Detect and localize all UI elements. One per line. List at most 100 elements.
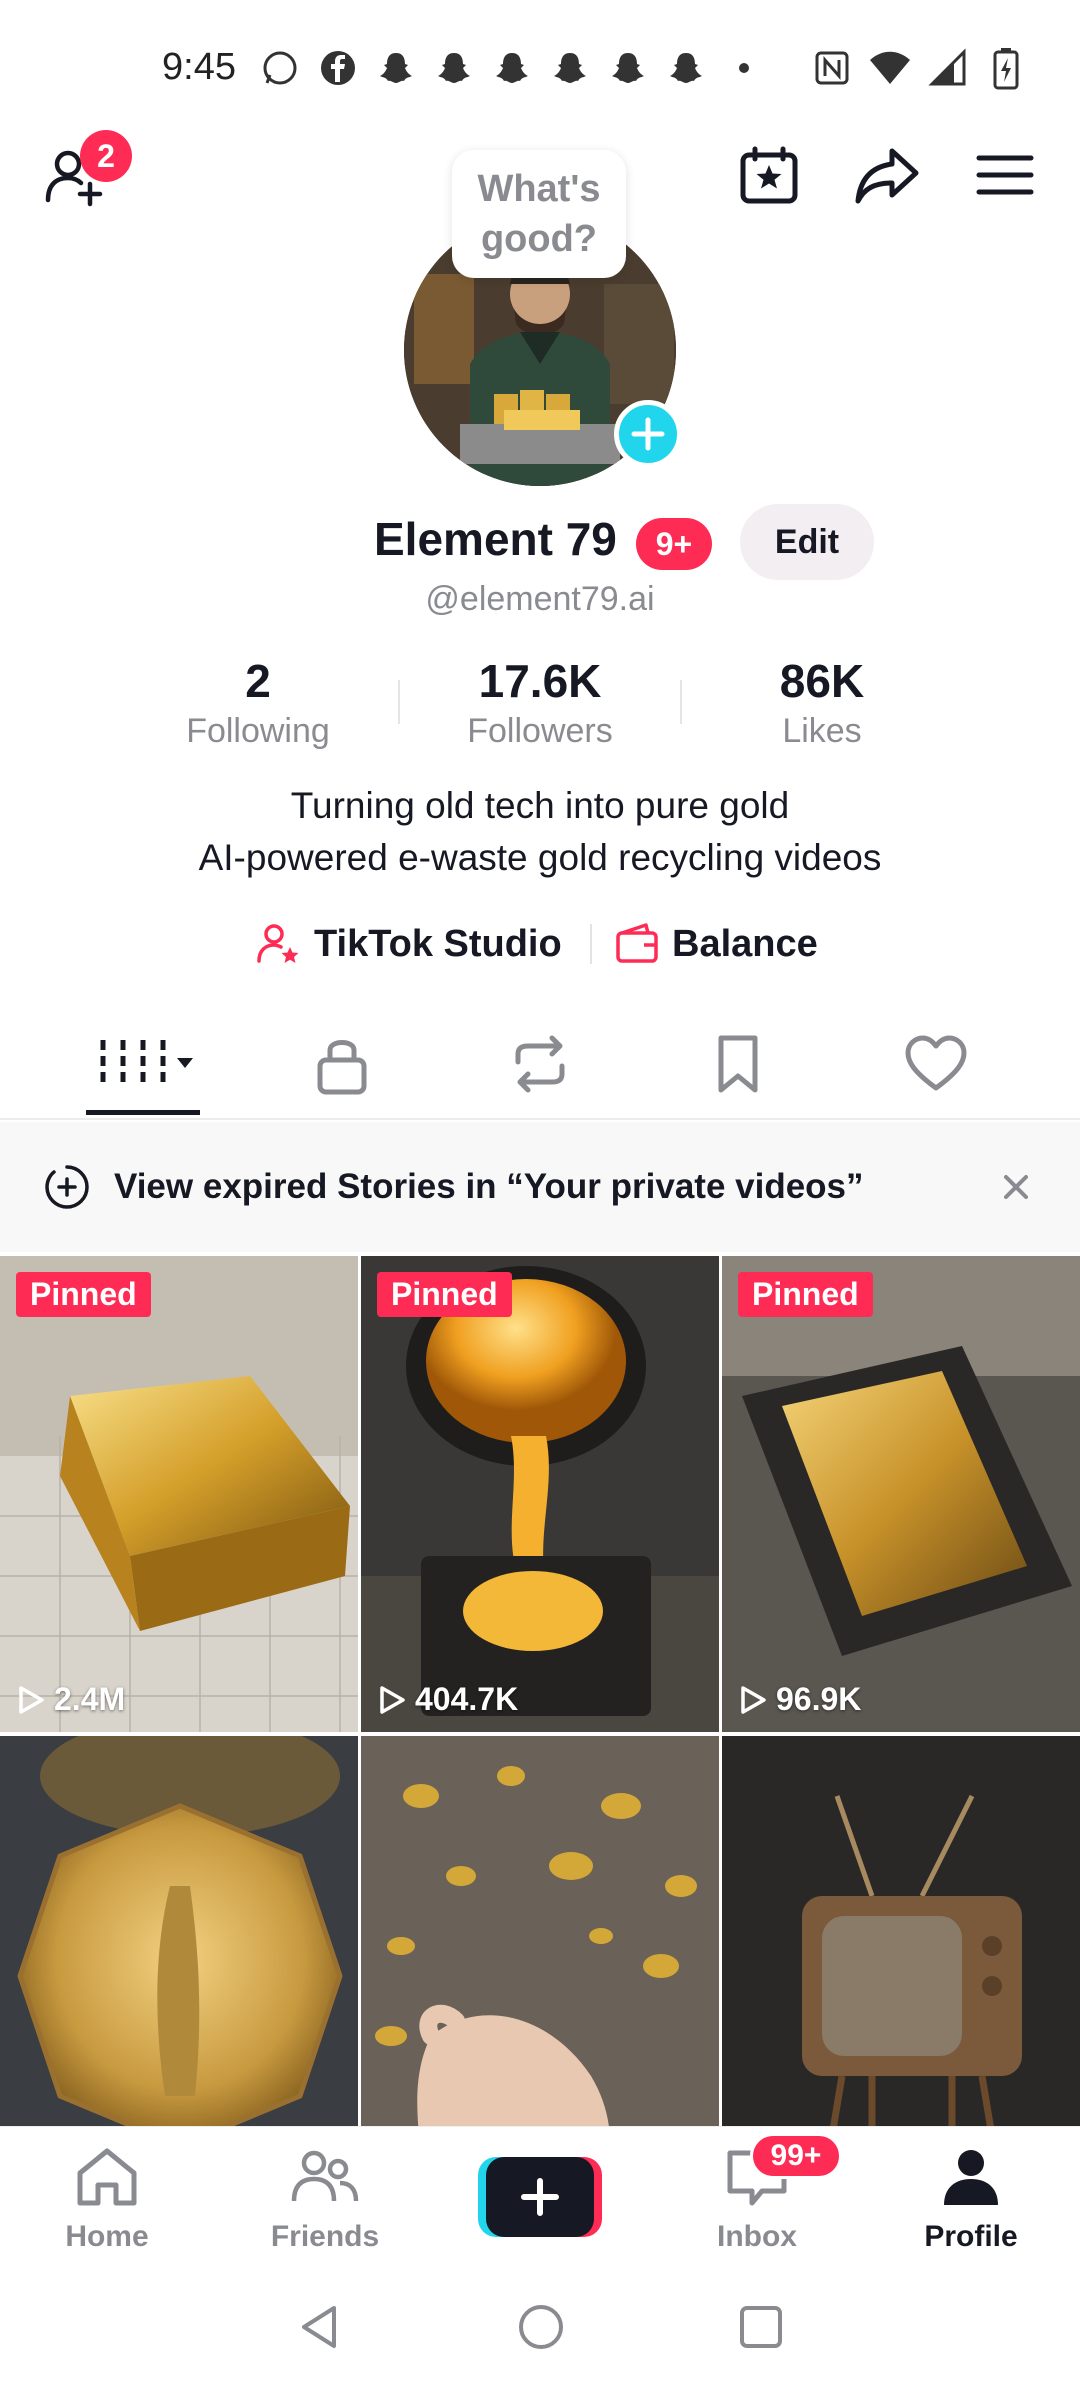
gold-bar-mold-thumbnail <box>722 1256 1080 1732</box>
more-notifications-dot-icon <box>722 46 766 90</box>
video-grid: Pinned 2.4M Pinned 404.7K Pinned 96.9K <box>0 1256 1080 2126</box>
tab-saved[interactable] <box>678 1010 798 1118</box>
profile-links: TikTok Studio Balance <box>0 914 1080 974</box>
play-icon <box>19 1685 44 1714</box>
stat-label: Likes <box>782 712 862 750</box>
create-button[interactable] <box>478 2157 602 2237</box>
expired-stories-banner[interactable]: View expired Stories in “Your private vi… <box>0 1122 1080 1252</box>
bubble-text-line2: good? <box>480 218 598 260</box>
recents-square-icon <box>740 2306 782 2348</box>
home-icon <box>77 2148 137 2206</box>
notification-icons <box>258 46 766 90</box>
pinned-badge: Pinned <box>738 1272 873 1317</box>
video-thumbnail[interactable]: Pinned 404.7K <box>361 1256 719 1732</box>
name-badge[interactable]: 9+ <box>636 518 712 570</box>
tab-reposts[interactable] <box>480 1010 600 1118</box>
nav-label: Friends <box>270 2220 380 2253</box>
profile-bio: Turning old tech into pure gold AI-power… <box>0 780 1080 884</box>
signal-icon <box>926 46 970 90</box>
stat-label: Followers <box>467 712 613 750</box>
status-bar: 9:45 <box>0 0 1080 130</box>
pinned-badge: Pinned <box>377 1272 512 1317</box>
video-thumbnail[interactable]: Pinned 96.9K <box>722 1256 1080 1732</box>
profile-icon <box>944 2150 998 2205</box>
repost-icon <box>515 1035 565 1093</box>
snapchat-icon <box>664 46 708 90</box>
stat-label: Following <box>186 712 330 750</box>
stat-following[interactable]: 2 Following <box>138 654 378 751</box>
system-status-icons <box>810 46 1028 90</box>
create-plus-icon <box>478 2157 602 2237</box>
close-icon <box>1004 1175 1028 1199</box>
view-count: 404.7K <box>377 1681 518 1718</box>
plus-icon <box>631 417 665 451</box>
name-row: Element 79 9+ Edit <box>0 504 1080 584</box>
username: @element79.ai <box>425 580 655 618</box>
status-bubble[interactable]: What's good? <box>452 150 626 278</box>
tab-videos[interactable] <box>84 1010 204 1118</box>
bubble-text-line1: What's <box>477 168 601 210</box>
stat-likes[interactable]: 86K Likes <box>702 654 942 751</box>
view-count-value: 2.4M <box>54 1681 126 1717</box>
display-name: Element 79 <box>374 513 617 565</box>
edit-profile-button[interactable]: Edit <box>740 504 874 580</box>
top-actions <box>734 140 1040 210</box>
video-thumbnail[interactable]: Pinned 2.4M <box>0 1256 358 1732</box>
nav-friends[interactable]: Friends <box>250 2145 400 2254</box>
tiktok-studio-link[interactable]: TikTok Studio <box>256 914 562 974</box>
close-banner-button[interactable] <box>996 1167 1036 1207</box>
facebook-icon <box>316 46 360 90</box>
recents-button[interactable] <box>736 2302 786 2352</box>
video-thumbnail[interactable] <box>361 1736 719 2126</box>
calendar-star-button[interactable] <box>734 140 804 210</box>
menu-button[interactable] <box>970 140 1040 210</box>
view-count: 2.4M <box>16 1681 125 1718</box>
story-plus-icon <box>45 1165 89 1209</box>
bookmark-icon <box>718 1035 758 1093</box>
whatsapp-icon <box>258 46 302 90</box>
view-count-value: 404.7K <box>415 1681 519 1717</box>
wallet-icon <box>616 923 658 963</box>
add-friends-button[interactable]: 2 <box>42 130 132 220</box>
profile-tabs <box>0 1010 1080 1120</box>
profile-stats: 2 Following 17.6K Followers 86K Likes <box>0 654 1080 754</box>
balance-link[interactable]: Balance <box>614 914 818 974</box>
gold-bar-thumbnail <box>0 1256 358 1732</box>
bottom-navigation: Home Friends 99+ Inbox Profile <box>0 2126 1080 2266</box>
home-system-button[interactable] <box>516 2302 566 2352</box>
tiktok-studio-label: TikTok Studio <box>314 922 562 965</box>
pouring-gold-thumbnail <box>361 1256 719 1732</box>
video-thumbnail[interactable] <box>722 1736 1080 2126</box>
nav-home[interactable]: Home <box>32 2145 182 2254</box>
friends-icon <box>291 2150 359 2202</box>
nav-label: Inbox <box>717 2220 797 2253</box>
wifi-icon <box>868 46 912 90</box>
stat-value: 17.6K <box>478 655 602 707</box>
share-arrow-icon <box>855 148 919 204</box>
add-story-button[interactable] <box>614 400 682 468</box>
back-triangle-icon <box>302 2306 336 2348</box>
tab-liked[interactable] <box>876 1010 996 1118</box>
videos-grid-icon <box>100 1040 193 1088</box>
snapchat-icon <box>432 46 476 90</box>
status-time: 9:45 <box>162 46 236 88</box>
system-navigation <box>0 2280 1080 2380</box>
video-thumbnail[interactable] <box>0 1736 358 2126</box>
balance-label: Balance <box>672 922 818 965</box>
share-profile-button[interactable] <box>852 140 922 210</box>
gold-nuggets-thumbnail <box>361 1736 719 2126</box>
snapchat-icon <box>548 46 592 90</box>
nav-inbox[interactable]: 99+ Inbox <box>682 2133 842 2254</box>
stat-followers[interactable]: 17.6K Followers <box>420 654 660 751</box>
tab-private[interactable] <box>282 1010 402 1118</box>
bio-line: AI-powered e-waste gold recycling videos <box>198 837 882 878</box>
nfc-icon <box>810 46 854 90</box>
friend-requests-badge: 2 <box>80 130 132 182</box>
view-count: 96.9K <box>738 1681 861 1718</box>
nav-profile[interactable]: Profile <box>896 2145 1046 2254</box>
nav-label: Profile <box>924 2220 1018 2253</box>
home-circle-icon <box>519 2305 563 2349</box>
active-tab-indicator <box>86 1110 200 1115</box>
back-button[interactable] <box>296 2302 346 2352</box>
view-count-value: 96.9K <box>776 1681 862 1717</box>
